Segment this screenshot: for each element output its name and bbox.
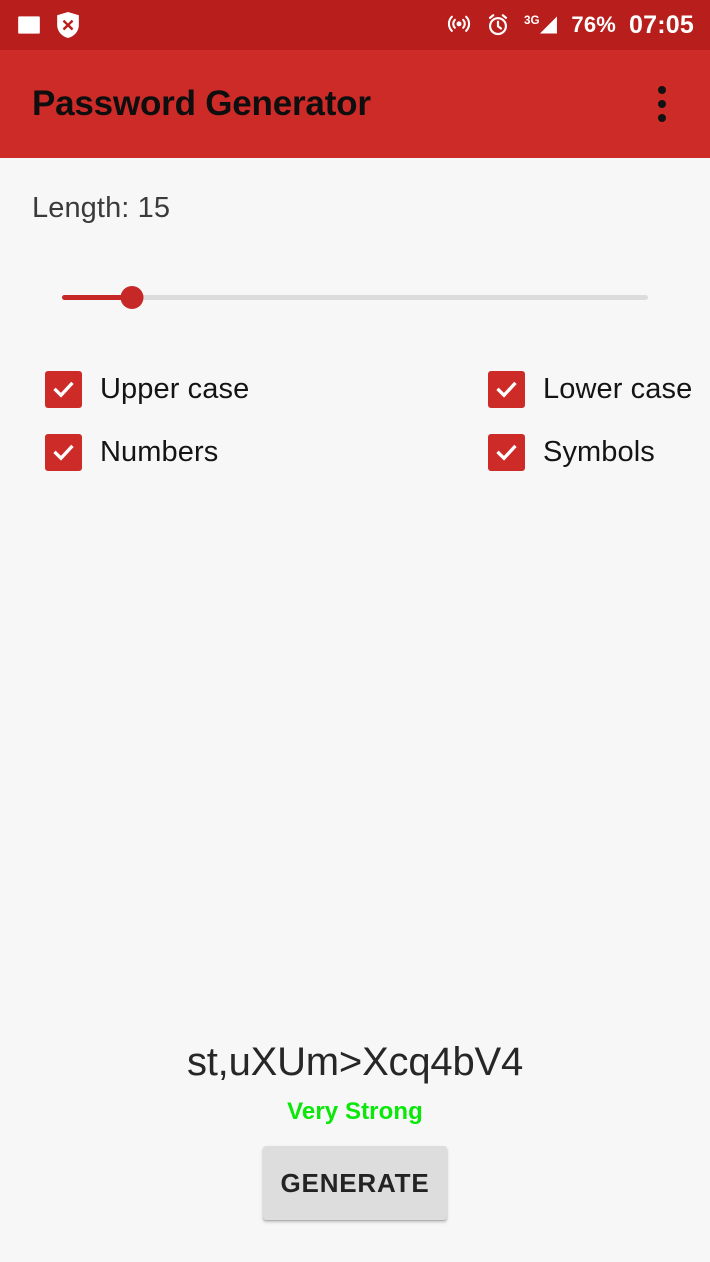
password-length-slider[interactable] <box>62 280 648 316</box>
check-icon[interactable] <box>488 434 525 471</box>
more-dot-3 <box>658 114 666 122</box>
more-dot-1 <box>658 86 666 94</box>
generate-button[interactable]: GENERATE <box>263 1146 447 1220</box>
check-icon[interactable] <box>45 371 82 408</box>
options-row-2: Numbers Symbols <box>0 421 710 484</box>
battery-percentage: 76% <box>571 12 617 37</box>
status-bar: 3G 76% 07:05 <box>0 0 710 50</box>
password-result-area: st,uXUm>Xcq4bV4 Very Strong GENERATE <box>0 1040 710 1220</box>
app-bar: Password Generator <box>0 50 710 158</box>
checkbox-item-upper-case[interactable]: Upper case <box>45 371 488 408</box>
signal-3g-icon: 3G <box>524 12 558 38</box>
generated-password[interactable]: st,uXUm>Xcq4bV4 <box>0 1040 710 1084</box>
status-bar-left-icons <box>16 12 80 38</box>
options-row-1: Upper case Lower case <box>0 358 710 421</box>
shield-x-icon <box>56 12 80 38</box>
checkbox-label-numbers: Numbers <box>100 436 219 468</box>
password-strength-label: Very Strong <box>287 1098 423 1125</box>
character-options-grid: Upper case Lower case Numbers Symbols <box>0 358 710 484</box>
svg-text:3G: 3G <box>524 14 540 27</box>
slider-thumb[interactable] <box>120 286 144 309</box>
main-content: Length: 15 Upper case Lower case Numbers… <box>0 158 710 1262</box>
status-bar-clock: 07:05 <box>629 10 694 39</box>
page-title: Password Generator <box>32 84 371 123</box>
checkbox-item-lower-case[interactable]: Lower case <box>488 371 692 408</box>
checkbox-item-symbols[interactable]: Symbols <box>488 434 655 471</box>
checkbox-label-symbols: Symbols <box>543 436 655 468</box>
status-bar-right-icons: 3G 76% 07:05 <box>446 12 694 38</box>
checkbox-label-upper-case: Upper case <box>100 373 250 405</box>
more-dot-2 <box>658 100 666 108</box>
more-vert-icon[interactable] <box>638 74 686 134</box>
check-icon[interactable] <box>45 434 82 471</box>
slider-track[interactable] <box>62 295 648 300</box>
hotspot-icon <box>446 12 472 38</box>
alarm-clock-icon <box>485 12 511 38</box>
check-icon[interactable] <box>488 371 525 408</box>
checkbox-label-lower-case: Lower case <box>543 373 693 405</box>
checkbox-item-numbers[interactable]: Numbers <box>45 434 488 471</box>
photo-icon <box>16 12 42 38</box>
password-length-label: Length: 15 <box>32 192 171 224</box>
